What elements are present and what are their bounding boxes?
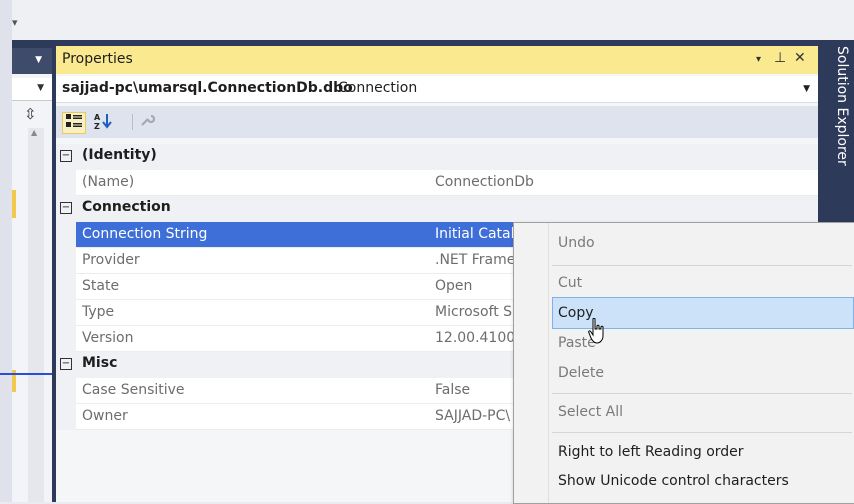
categorized-icon[interactable]: [62, 112, 86, 134]
collapse-icon[interactable]: −: [60, 150, 72, 162]
left-panel-scrollbar[interactable]: ▲: [28, 128, 44, 502]
property-name: (Name): [76, 170, 434, 196]
chevron-down-icon[interactable]: ▼: [35, 55, 42, 65]
collapse-icon[interactable]: −: [60, 202, 72, 214]
properties-toolbar: A Z: [56, 106, 818, 138]
row-gutter: [56, 222, 76, 248]
properties-title: Properties: [62, 51, 133, 67]
chevron-down-icon[interactable]: ▼: [37, 83, 44, 93]
row-gutter: [56, 170, 76, 196]
row-gutter: [56, 326, 76, 352]
category-label: Misc: [82, 355, 118, 371]
splitter-icon[interactable]: ⇳: [24, 106, 40, 122]
top-bar: ▾: [0, 0, 854, 40]
menu-item-select-all[interactable]: Select All: [558, 404, 623, 420]
pin-icon[interactable]: ⊥: [774, 50, 786, 66]
customize-dropdown-icon[interactable]: ▾: [12, 16, 18, 29]
menu-separator: [552, 393, 852, 394]
property-name: Version: [76, 326, 434, 352]
row-gutter: [56, 274, 76, 300]
property-pages-icon[interactable]: [136, 112, 158, 132]
row-gutter: [56, 248, 76, 274]
object-selector[interactable]: sajjad-pc\umarsql.ConnectionDb.dbo Conne…: [56, 76, 818, 103]
menu-item-undo[interactable]: Undo: [558, 235, 595, 251]
row-gutter: [56, 378, 76, 404]
property-name: Provider: [76, 248, 434, 274]
scroll-up-icon[interactable]: ▲: [31, 128, 37, 137]
menu-item-show-unicode-control-chars[interactable]: Show Unicode control characters: [558, 473, 789, 489]
property-row[interactable]: (Name) ConnectionDb: [56, 170, 822, 196]
svg-text:A: A: [94, 113, 101, 122]
property-name: Case Sensitive: [76, 378, 434, 404]
alphabetical-glyph: A Z: [94, 113, 112, 131]
toolbar-separator: [132, 114, 133, 130]
property-name: Connection String: [76, 222, 434, 248]
solution-explorer-tab[interactable]: Solution Explorer: [822, 46, 850, 226]
category-label: (Identity): [82, 147, 157, 163]
caret-line: [0, 373, 52, 375]
property-name: Owner: [76, 404, 434, 430]
menu-separator: [552, 432, 852, 433]
property-value[interactable]: ConnectionDb: [431, 170, 822, 196]
category-identity[interactable]: − (Identity): [56, 144, 818, 170]
menu-item-cut[interactable]: Cut: [558, 275, 582, 291]
alphabetical-icon[interactable]: A Z: [92, 112, 114, 132]
window-position-dropdown-icon[interactable]: ▾: [756, 54, 761, 65]
menu-item-rtl-reading-order[interactable]: Right to left Reading order: [558, 444, 744, 460]
close-icon[interactable]: ✕: [794, 50, 806, 66]
context-menu: Undo Cut Copy Paste Delete Select All Ri…: [513, 222, 854, 504]
object-name: sajjad-pc\umarsql.ConnectionDb.dbo: [62, 80, 353, 96]
categorized-glyph: [66, 114, 82, 127]
change-marker: [12, 190, 16, 218]
left-edge: [0, 0, 12, 502]
chevron-down-icon[interactable]: ▼: [803, 84, 810, 94]
object-type: Connection: [338, 80, 418, 96]
menu-separator: [552, 265, 852, 266]
left-panel-header: ▼: [12, 48, 52, 74]
row-gutter: [56, 404, 76, 430]
menu-item-delete[interactable]: Delete: [558, 365, 604, 381]
properties-title-bar: Properties ▾ ⊥ ✕: [56, 46, 818, 74]
svg-text:Z: Z: [94, 122, 100, 130]
left-panel-combo[interactable]: ▼: [12, 78, 52, 101]
left-docked-panel: ▼ ▼ ⇳ ▲: [12, 48, 52, 502]
mouse-pointer-icon: [588, 318, 604, 344]
collapse-icon[interactable]: −: [60, 358, 72, 370]
menu-icon-column: [548, 223, 549, 503]
property-name: State: [76, 274, 434, 300]
category-connection[interactable]: − Connection: [56, 196, 818, 222]
row-gutter: [56, 300, 76, 326]
property-name: Type: [76, 300, 434, 326]
category-label: Connection: [82, 199, 171, 215]
wrench-glyph: [141, 114, 156, 126]
